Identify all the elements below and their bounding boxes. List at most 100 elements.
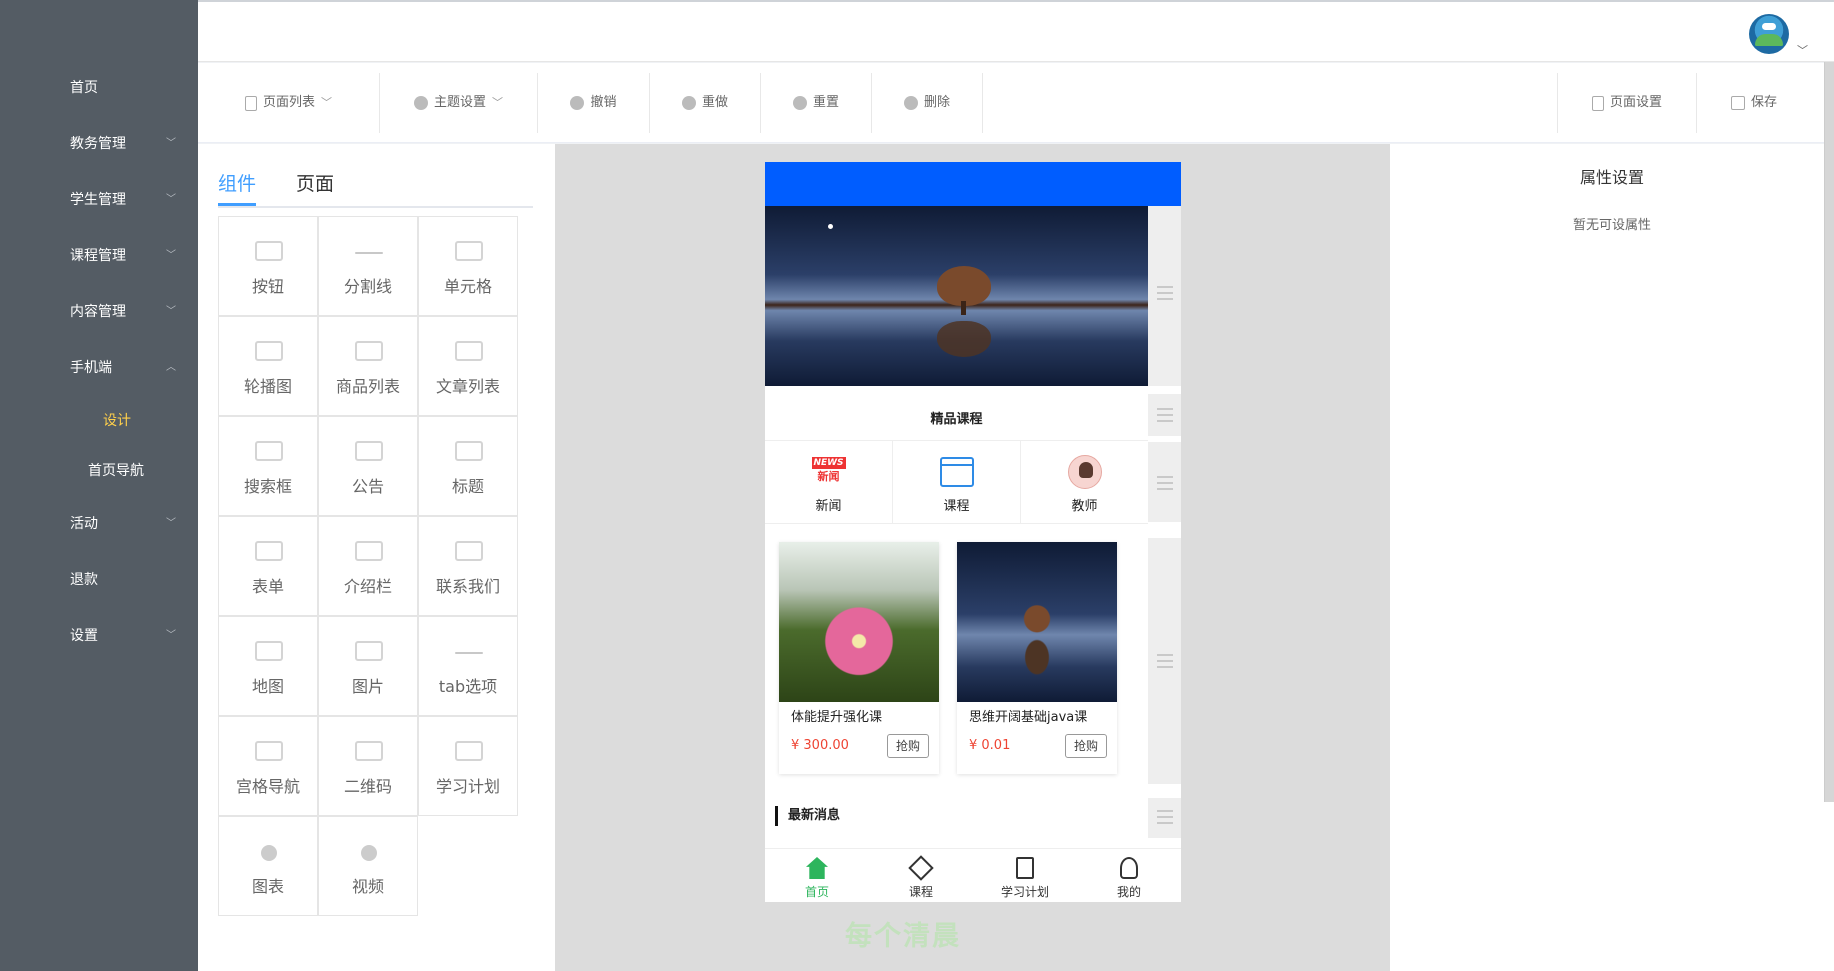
chevron-down-icon: ﹀: [166, 306, 176, 317]
page-list-button[interactable]: 页面列表 ﹀: [198, 73, 380, 133]
component-label: 表单: [251, 577, 284, 596]
banner-image[interactable]: [765, 206, 1148, 386]
phone-tabbar: 首页 课程 学习计划 我的: [765, 848, 1181, 902]
component-form[interactable]: 表单: [218, 516, 318, 616]
tabbar-item-plan[interactable]: 学习计划: [973, 849, 1077, 902]
buy-button[interactable]: 抢购: [1065, 734, 1107, 758]
watermark-text: 每个清晨: [845, 921, 961, 952]
cell-icon: [455, 241, 483, 261]
component-label: 分割线: [343, 277, 392, 296]
theme-settings-button[interactable]: 主题设置 ﹀: [380, 73, 538, 133]
component-label: 地图: [251, 677, 284, 696]
component-tab-options[interactable]: tab选项: [418, 616, 518, 716]
component-notice[interactable]: 公告: [318, 416, 418, 516]
tree-trunk: [961, 301, 966, 315]
component-grid-nav[interactable]: 宫格导航: [218, 716, 318, 816]
component-cell[interactable]: 单元格: [418, 216, 518, 316]
undo-button[interactable]: 撤销: [538, 73, 650, 133]
editor-toolbar: 页面列表 ﹀ 主题设置 ﹀ 撤销 重做 重置 删除 页面设置 保存: [198, 63, 1834, 143]
delete-label: 删除: [923, 95, 950, 110]
component-title[interactable]: 标题: [418, 416, 518, 516]
component-qrcode[interactable]: 二维码: [318, 716, 418, 816]
component-label: 公告: [351, 477, 384, 496]
sidebar-item-label: 手机端: [70, 360, 112, 376]
properties-title: 属性设置: [1579, 168, 1644, 187]
goods-price: ¥ 0.01: [969, 738, 1011, 753]
goods-card[interactable]: 思维开阔基础java课 ¥ 0.01 抢购: [957, 542, 1117, 774]
video-icon: [361, 845, 377, 861]
tools-icon: [908, 855, 934, 881]
reset-button[interactable]: 重置: [761, 73, 872, 133]
nav-item-news[interactable]: NEWS 新闻 新闻: [765, 441, 893, 523]
tabbar-item-mine[interactable]: 我的: [1077, 849, 1181, 902]
sidebar-item-settings[interactable]: 设置 ﹀: [0, 608, 198, 664]
drag-handle[interactable]: [1148, 206, 1181, 386]
component-button[interactable]: 按钮: [218, 216, 318, 316]
drag-handle-icon: [1157, 286, 1173, 300]
sidebar-subitem-design[interactable]: 设计: [0, 396, 198, 446]
grid-nav: NEWS 新闻 新闻 课程 教师: [765, 440, 1148, 524]
nav-label: 教师: [1071, 499, 1098, 514]
avatar-hill: [1755, 34, 1783, 46]
megaphone-icon: [355, 441, 383, 461]
properties-empty-text: 暂无可设属性: [1572, 218, 1651, 233]
redo-button[interactable]: 重做: [650, 73, 761, 133]
component-chart[interactable]: 图表: [218, 816, 318, 916]
sidebar-item-refund[interactable]: 退款: [0, 552, 198, 608]
sidebar-item-label: 内容管理: [70, 304, 126, 320]
tab-components[interactable]: 组件: [218, 164, 256, 206]
sidebar-item-courses[interactable]: 课程管理 ﹀: [0, 228, 198, 284]
component-search-box[interactable]: 搜索框: [218, 416, 318, 516]
drag-handle[interactable]: [1148, 798, 1181, 838]
chevron-down-icon: ﹀: [166, 250, 176, 261]
sidebar-item-mobile[interactable]: 手机端 ︿: [0, 340, 198, 396]
component-carousel[interactable]: 轮播图: [218, 316, 318, 416]
tab-pages[interactable]: 页面: [296, 164, 336, 206]
sidebar-item-label: 课程管理: [70, 248, 126, 264]
sidebar-item-label: 学生管理: [70, 192, 126, 208]
sidebar-item-home[interactable]: 首页: [0, 60, 198, 116]
carousel-icon: [255, 341, 283, 361]
component-goods-list[interactable]: 商品列表: [318, 316, 418, 416]
goods-card[interactable]: 体能提升强化课 ¥ 300.00 抢购: [779, 542, 939, 774]
drag-handle[interactable]: [1148, 538, 1181, 784]
chevron-down-icon[interactable]: ﹀: [1797, 42, 1808, 58]
component-study-plan[interactable]: 学习计划: [418, 716, 518, 816]
component-video[interactable]: 视频: [318, 816, 418, 916]
sidebar-item-academic[interactable]: 教务管理 ﹀: [0, 116, 198, 172]
component-divider[interactable]: 分割线: [318, 216, 418, 316]
map-icon: [255, 641, 283, 661]
sidebar-subitem-home-nav[interactable]: 首页导航: [0, 446, 198, 496]
chevron-down-icon: ﹀: [166, 518, 176, 529]
tabbar-item-home[interactable]: 首页: [765, 849, 869, 902]
save-button[interactable]: 保存: [1696, 73, 1811, 133]
tabbar-label: 课程: [908, 885, 933, 899]
teacher-avatar-icon: [1067, 455, 1102, 489]
tab-icon: [455, 652, 483, 654]
component-intro-bar[interactable]: 介绍栏: [318, 516, 418, 616]
chevron-up-icon: ︿: [166, 362, 176, 373]
drag-handle[interactable]: [1148, 442, 1181, 522]
list-icon: [455, 341, 483, 361]
component-contact-us[interactable]: 联系我们: [418, 516, 518, 616]
sidebar-item-activity[interactable]: 活动 ﹀: [0, 496, 198, 552]
sidebar-item-label: 首页: [70, 80, 98, 96]
buy-button[interactable]: 抢购: [887, 734, 929, 758]
avatar[interactable]: [1749, 14, 1789, 54]
nav-item-teacher[interactable]: 教师: [1021, 441, 1148, 523]
component-map[interactable]: 地图: [218, 616, 318, 716]
drag-handle[interactable]: [1148, 394, 1181, 436]
latest-news-title: 最新消息: [775, 806, 840, 826]
page-scrollbar[interactable]: [1824, 62, 1834, 802]
save-label: 保存: [1750, 95, 1777, 110]
sidebar-item-label: 教务管理: [70, 136, 126, 152]
page-settings-button[interactable]: 页面设置: [1557, 73, 1696, 133]
delete-button[interactable]: 删除: [872, 73, 983, 133]
sidebar-item-content[interactable]: 内容管理 ﹀: [0, 284, 198, 340]
tabbar-item-course[interactable]: 课程: [869, 849, 973, 902]
tabbar-label: 学习计划: [1000, 885, 1049, 899]
sidebar-item-students[interactable]: 学生管理 ﹀: [0, 172, 198, 228]
component-article-list[interactable]: 文章列表: [418, 316, 518, 416]
nav-item-course[interactable]: 课程: [893, 441, 1021, 523]
component-image[interactable]: 图片: [318, 616, 418, 716]
